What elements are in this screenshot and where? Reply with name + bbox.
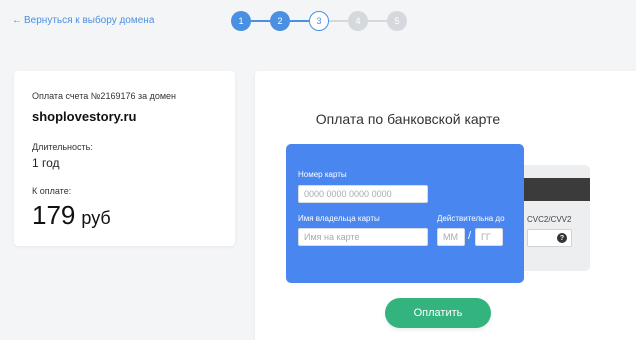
step-2: 2: [270, 11, 290, 31]
help-icon[interactable]: ?: [557, 233, 567, 243]
progress-stepper: 1 2 3 4 5: [231, 11, 407, 31]
expiry-year-input[interactable]: [475, 228, 503, 246]
cardholder-input[interactable]: [298, 228, 428, 246]
step-connector: [329, 20, 348, 22]
cvc-label: CVC2/CVV2: [527, 215, 572, 224]
card-payment-panel: Оплата по банковской карте CVC2/CVV2 ? Н…: [255, 71, 636, 340]
amount-value: 179: [32, 200, 76, 230]
expiry-separator: /: [468, 230, 472, 242]
duration-label: Длительность:: [32, 142, 93, 152]
pay-button[interactable]: Оплатить: [385, 298, 491, 328]
step-connector: [290, 20, 309, 22]
card-number-input[interactable]: [298, 185, 428, 203]
order-summary-card: Оплата счета №2169176 за домен shoploves…: [14, 71, 235, 246]
to-pay-label: К оплате:: [32, 186, 72, 196]
expiry-month-input[interactable]: [437, 228, 465, 246]
arrow-left-icon: ←: [12, 15, 22, 26]
card-number-label: Номер карты: [298, 170, 347, 179]
back-link-label: Вернуться к выбору домена: [24, 15, 155, 26]
total-amount: 179 руб: [32, 200, 111, 231]
back-to-domain-link[interactable]: ← Вернуться к выбору домена: [12, 15, 154, 26]
payment-title: Оплата по банковской карте: [315, 111, 501, 127]
step-1: 1: [231, 11, 251, 31]
step-connector: [368, 20, 387, 22]
card-front: Номер карты Имя владельца карты Действит…: [286, 144, 524, 283]
step-4: 4: [348, 11, 368, 31]
amount-currency: руб: [81, 208, 111, 228]
step-3: 3: [309, 11, 329, 31]
invoice-text: Оплата счета №2169176 за домен: [32, 91, 177, 101]
magnetic-strip: [516, 178, 590, 201]
domain-name: shoplovestory.ru: [32, 109, 137, 124]
step-connector: [251, 20, 270, 22]
duration-value: 1 год: [32, 156, 60, 170]
cardholder-label: Имя владельца карты: [298, 214, 380, 223]
valid-thru-label: Действительна до: [437, 214, 505, 223]
card-back: CVC2/CVV2 ?: [516, 165, 590, 271]
step-5: 5: [387, 11, 407, 31]
